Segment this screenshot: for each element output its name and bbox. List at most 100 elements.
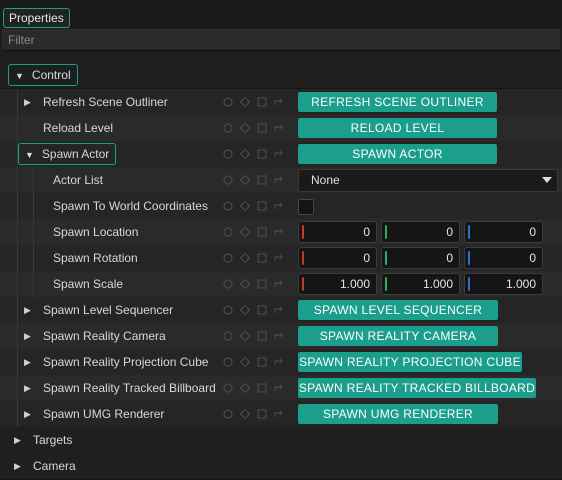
link-arrow-icon[interactable]	[274, 227, 284, 237]
category-label: Control	[31, 68, 71, 82]
keyframe-diamond-icon[interactable]	[240, 357, 250, 367]
reset-circle-icon[interactable]	[223, 409, 233, 419]
tab-properties[interactable]: Properties	[3, 8, 70, 28]
link-arrow-icon[interactable]	[274, 305, 284, 315]
keyframe-diamond-icon[interactable]	[240, 97, 250, 107]
keyframe-diamond-icon[interactable]	[240, 305, 250, 315]
keyframe-diamond-icon[interactable]	[240, 149, 250, 159]
keyframe-diamond-icon[interactable]	[240, 331, 250, 341]
tree-guide	[33, 193, 34, 219]
square-icon[interactable]	[257, 227, 267, 237]
reset-circle-icon[interactable]	[223, 279, 233, 289]
square-icon[interactable]	[257, 279, 267, 289]
link-arrow-icon[interactable]	[274, 383, 284, 393]
square-icon[interactable]	[257, 357, 267, 367]
property-label: Spawn To World Coordinates	[53, 199, 208, 213]
reset-circle-icon[interactable]	[223, 305, 233, 315]
tree-guide	[17, 219, 18, 245]
square-icon[interactable]	[257, 149, 267, 159]
square-icon[interactable]	[257, 409, 267, 419]
expand-arrow-icon[interactable]: ▶	[14, 453, 21, 479]
keyframe-diamond-icon[interactable]	[240, 201, 250, 211]
link-arrow-icon[interactable]	[274, 409, 284, 419]
link-arrow-icon[interactable]	[274, 97, 284, 107]
filter-input[interactable]	[2, 29, 554, 50]
link-arrow-icon[interactable]	[274, 123, 284, 133]
expand-arrow-icon[interactable]: ▶	[24, 89, 31, 115]
rotation-z-field[interactable]: 0	[464, 247, 543, 269]
reset-circle-icon[interactable]	[223, 123, 233, 133]
category-control-header[interactable]: ▼ Control	[8, 64, 78, 86]
property-row: ▶ Spawn UMG Renderer SPAWN UMG RENDERER	[0, 401, 562, 428]
reset-circle-icon[interactable]	[223, 149, 233, 159]
keyframe-diamond-icon[interactable]	[240, 409, 250, 419]
property-row: Reload Level RELOAD LEVEL	[0, 115, 562, 142]
rotation-y-field[interactable]: 0	[381, 247, 460, 269]
spawn-level-sequencer-button[interactable]: SPAWN LEVEL SEQUENCER	[298, 300, 498, 320]
location-y-field[interactable]: 0	[381, 221, 460, 243]
category-targets[interactable]: ▶ Targets	[0, 427, 562, 454]
reset-circle-icon[interactable]	[223, 175, 233, 185]
square-icon[interactable]	[257, 383, 267, 393]
spawn-umg-renderer-button[interactable]: SPAWN UMG RENDERER	[298, 404, 498, 424]
spawn-actor-button[interactable]: SPAWN ACTOR	[298, 144, 497, 164]
spawn-to-world-checkbox[interactable]	[298, 199, 314, 215]
category-control[interactable]: ▼ Control	[0, 62, 562, 89]
keyframe-diamond-icon[interactable]	[240, 279, 250, 289]
expand-arrow-icon[interactable]: ▶	[24, 401, 31, 427]
reset-circle-icon[interactable]	[223, 97, 233, 107]
scale-x-field[interactable]: 1.000	[298, 273, 377, 295]
square-icon[interactable]	[257, 175, 267, 185]
tree-guide	[17, 245, 18, 271]
spawn-reality-camera-button[interactable]: SPAWN REALITY CAMERA	[298, 326, 498, 346]
keyframe-diamond-icon[interactable]	[240, 253, 250, 263]
rotation-x-field[interactable]: 0	[298, 247, 377, 269]
expand-arrow-icon[interactable]: ▶	[24, 323, 31, 349]
keyframe-diamond-icon[interactable]	[240, 175, 250, 185]
expand-arrow-icon[interactable]: ▶	[24, 349, 31, 375]
square-icon[interactable]	[257, 123, 267, 133]
reload-level-button[interactable]: RELOAD LEVEL	[298, 118, 497, 138]
row-actions	[223, 141, 291, 167]
property-row: ▶ Spawn Reality Tracked Billboard SPAWN …	[0, 375, 562, 402]
tree-guide	[17, 193, 18, 219]
category-label: Camera	[33, 459, 76, 473]
expand-arrow-icon[interactable]: ▶	[24, 297, 31, 323]
spawn-reality-projection-cube-button[interactable]: SPAWN REALITY PROJECTION CUBE	[298, 352, 522, 372]
square-icon[interactable]	[257, 253, 267, 263]
tree-guide	[17, 271, 18, 297]
scale-z-field[interactable]: 1.000	[464, 273, 543, 295]
spawn-reality-tracked-billboard-button[interactable]: SPAWN REALITY TRACKED BILLBOARD	[298, 378, 536, 398]
location-z-field[interactable]: 0	[464, 221, 543, 243]
link-arrow-icon[interactable]	[274, 279, 284, 289]
expand-arrow-icon[interactable]: ▶	[24, 375, 31, 401]
square-icon[interactable]	[257, 305, 267, 315]
link-arrow-icon[interactable]	[274, 149, 284, 159]
expand-arrow-icon[interactable]: ▶	[14, 427, 21, 453]
field-value: 1.000	[505, 277, 536, 291]
reset-circle-icon[interactable]	[223, 201, 233, 211]
link-arrow-icon[interactable]	[274, 201, 284, 211]
square-icon[interactable]	[257, 331, 267, 341]
keyframe-diamond-icon[interactable]	[240, 383, 250, 393]
row-actions	[223, 89, 291, 115]
actor-list-dropdown[interactable]: None	[298, 169, 558, 192]
link-arrow-icon[interactable]	[274, 175, 284, 185]
reset-circle-icon[interactable]	[223, 227, 233, 237]
keyframe-diamond-icon[interactable]	[240, 123, 250, 133]
square-icon[interactable]	[257, 201, 267, 211]
reset-circle-icon[interactable]	[223, 383, 233, 393]
refresh-scene-outliner-button[interactable]: REFRESH SCENE OUTLINER	[298, 92, 497, 112]
link-arrow-icon[interactable]	[274, 357, 284, 367]
reset-circle-icon[interactable]	[223, 357, 233, 367]
spawn-actor-header[interactable]: ▼ Spawn Actor	[18, 143, 117, 165]
reset-circle-icon[interactable]	[223, 253, 233, 263]
scale-y-field[interactable]: 1.000	[381, 273, 460, 295]
link-arrow-icon[interactable]	[274, 331, 284, 341]
location-x-field[interactable]: 0	[298, 221, 377, 243]
square-icon[interactable]	[257, 97, 267, 107]
link-arrow-icon[interactable]	[274, 253, 284, 263]
keyframe-diamond-icon[interactable]	[240, 227, 250, 237]
reset-circle-icon[interactable]	[223, 331, 233, 341]
field-value: 0	[363, 251, 370, 265]
